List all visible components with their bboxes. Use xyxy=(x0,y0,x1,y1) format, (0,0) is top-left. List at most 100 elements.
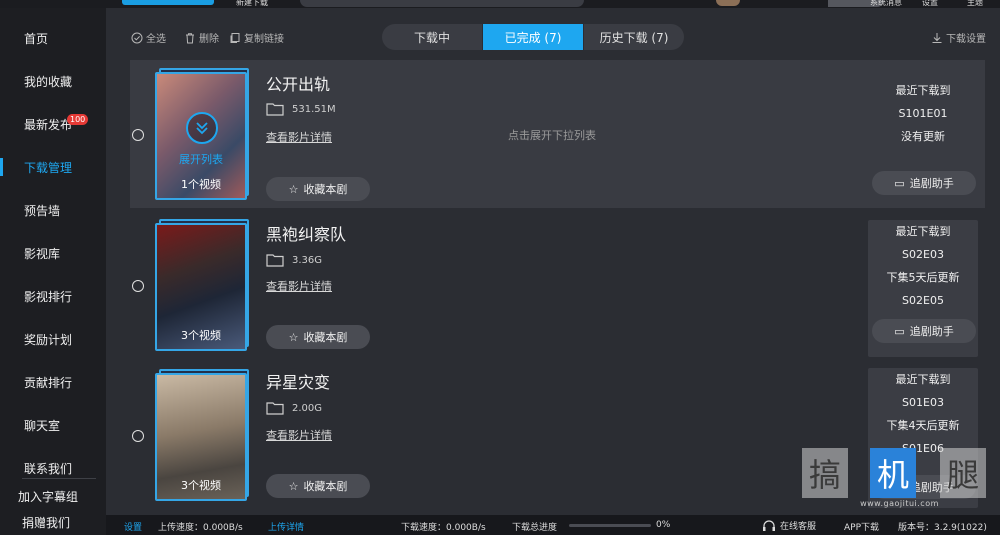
new-download-button[interactable]: 新建下载 xyxy=(236,0,268,8)
tab-completed[interactable]: 已完成 (7) xyxy=(483,24,584,50)
sidebar-item-ranking[interactable]: 影视排行 xyxy=(24,288,72,305)
favorite-button[interactable]: ☆ 收藏本剧 xyxy=(266,474,370,498)
watermark-logo: 搞 机 腿 xyxy=(802,448,997,498)
list-item[interactable]: 3个视频 黑袍纠察队 3.36G 查看影片详情 ☆ 收藏本剧 最近下载到 S02… xyxy=(130,211,985,359)
star-icon: ☆ xyxy=(288,479,299,493)
sidebar-item-trailers[interactable]: 预告墙 xyxy=(24,202,60,219)
poster-image: 3个视频 xyxy=(155,223,247,351)
status-line: S01E03 xyxy=(902,396,944,409)
status-line: 最近下载到 xyxy=(895,84,951,97)
trash-icon xyxy=(186,32,194,43)
watermark-char: 搞 xyxy=(802,448,848,498)
upload-speed: 上传速度：0.000B/s xyxy=(158,523,243,533)
sidebar-item-home[interactable]: 首页 xyxy=(24,30,48,47)
poster-stack[interactable]: 展开列表 1个视频 xyxy=(155,68,249,200)
theme-link[interactable]: 主题 xyxy=(967,0,983,8)
view-details-link[interactable]: 查看影片详情 xyxy=(266,278,332,294)
video-count: 3个视频 xyxy=(181,479,221,492)
show-title: 异星灾变 xyxy=(266,373,331,392)
file-size: 3.36G xyxy=(266,253,322,267)
online-service-button[interactable]: 在线客服 xyxy=(762,519,816,532)
sidebar-divider xyxy=(22,478,96,479)
favorite-label: 收藏本剧 xyxy=(303,331,348,344)
poster-stack[interactable]: 3个视频 xyxy=(155,369,249,501)
download-settings-label: 下载设置 xyxy=(946,34,986,45)
download-tabs: 下载中 已完成 (7) 历史下载 (7) xyxy=(382,24,684,50)
upload-details-link[interactable]: 上传详情 xyxy=(268,520,304,533)
copy-link-button[interactable]: 复制链接 xyxy=(229,30,284,45)
copy-link-label: 复制链接 xyxy=(244,34,284,45)
sidebar-item-library[interactable]: 影视库 xyxy=(24,245,60,262)
poster-stack[interactable]: 3个视频 xyxy=(155,219,249,351)
download-manager: 全选 删除 复制链接 下载中 已完成 (7) 历史下载 (7) 下载设置 展开列… xyxy=(106,8,1000,515)
delete-label: 删除 xyxy=(199,34,219,45)
check-circle-icon xyxy=(131,32,143,43)
top-bar: 新建下载 系统消息 设置 主题 xyxy=(0,0,1000,8)
expand-hint: 点击展开下拉列表 xyxy=(508,129,596,142)
copy-icon xyxy=(230,32,240,43)
download-status: 最近下载到 S101E01 没有更新 xyxy=(868,79,978,148)
poster-image: 展开列表 1个视频 xyxy=(155,72,247,200)
app-download-link[interactable]: APP下载 xyxy=(844,520,879,533)
online-service-label: 在线客服 xyxy=(780,522,817,532)
download-icon xyxy=(932,32,942,43)
watermark-url: www.gaojitui.com xyxy=(860,499,939,508)
expand-icon[interactable] xyxy=(186,112,218,144)
show-title: 黑袍纠察队 xyxy=(266,225,347,244)
search-input[interactable] xyxy=(300,0,884,7)
sidebar-item-favorites[interactable]: 我的收藏 xyxy=(24,73,72,90)
favorite-label: 收藏本剧 xyxy=(303,183,348,196)
total-progress-bar xyxy=(569,524,651,527)
sidebar-item-latest[interactable]: 最新发布 xyxy=(24,116,72,133)
expand-list-label[interactable]: 展开列表 xyxy=(157,151,245,167)
watermark-char: 机 xyxy=(870,448,916,498)
select-radio[interactable] xyxy=(132,129,144,141)
sidebar: 首页 我的收藏 最新发布 100 下载管理 预告墙 影视库 影视排行 奖励计划 … xyxy=(0,8,106,535)
delete-button[interactable]: 删除 xyxy=(184,30,219,45)
sidebar-item-rewards[interactable]: 奖励计划 xyxy=(24,331,72,348)
sidebar-item-downloads[interactable]: 下载管理 xyxy=(24,159,72,176)
system-messages-link[interactable]: 系统消息 xyxy=(870,0,902,8)
folder-icon xyxy=(266,103,284,116)
folder-icon xyxy=(266,402,284,415)
latest-count-badge: 100 xyxy=(67,114,89,125)
settings-link[interactable]: 设置 xyxy=(922,0,938,8)
sidebar-item-contact[interactable]: 联系我们 xyxy=(24,460,72,477)
video-count: 1个视频 xyxy=(181,178,221,191)
sidebar-item-chatroom[interactable]: 聊天室 xyxy=(24,417,60,434)
favorite-button[interactable]: ☆ 收藏本剧 xyxy=(266,325,370,349)
status-line: S02E05 xyxy=(902,294,944,307)
sidebar-item-join-subtitle[interactable]: 加入字幕组 xyxy=(18,488,78,505)
favorite-button[interactable]: ☆ 收藏本剧 xyxy=(266,177,370,201)
track-assistant-button[interactable]: ▭ 追剧助手 xyxy=(872,319,976,343)
status-line: 最近下载到 xyxy=(895,373,951,386)
download-settings-button[interactable]: 下载设置 xyxy=(931,30,986,45)
star-icon: ☆ xyxy=(288,330,299,344)
select-all-button[interactable]: 全选 xyxy=(131,30,166,45)
track-assistant-label: 追剧助手 xyxy=(909,177,954,190)
status-line: 下集4天后更新 xyxy=(886,419,960,432)
sidebar-item-donate[interactable]: 捐赠我们 xyxy=(22,514,70,531)
view-details-link[interactable]: 查看影片详情 xyxy=(266,427,332,443)
file-size-value: 2.00G xyxy=(292,402,323,414)
avatar[interactable] xyxy=(716,0,740,6)
sidebar-item-contributors[interactable]: 贡献排行 xyxy=(24,374,72,391)
file-size: 2.00G xyxy=(266,401,322,415)
status-line: S02E03 xyxy=(902,248,944,261)
watermark-char: 腿 xyxy=(940,448,986,498)
track-assistant-label: 追剧助手 xyxy=(909,325,954,338)
app-logo[interactable] xyxy=(122,0,214,5)
tab-history[interactable]: 历史下载 (7) xyxy=(584,24,684,50)
file-size: 531.51M xyxy=(266,102,336,116)
select-radio[interactable] xyxy=(132,280,144,292)
status-line: 最近下载到 xyxy=(895,225,951,238)
track-assistant-button[interactable]: ▭ 追剧助手 xyxy=(872,171,976,195)
select-radio[interactable] xyxy=(132,430,144,442)
tab-downloading[interactable]: 下载中 xyxy=(382,24,483,50)
download-speed: 下载速度：0.000B/s xyxy=(401,523,486,533)
view-details-link[interactable]: 查看影片详情 xyxy=(266,129,332,145)
settings-link[interactable]: 设置 xyxy=(124,520,142,533)
folder-icon xyxy=(266,254,284,267)
status-line: 没有更新 xyxy=(901,130,945,143)
list-item[interactable]: 展开列表 1个视频 公开出轨 531.51M 查看影片详情 ☆ 收藏本剧 点击展… xyxy=(130,60,985,208)
